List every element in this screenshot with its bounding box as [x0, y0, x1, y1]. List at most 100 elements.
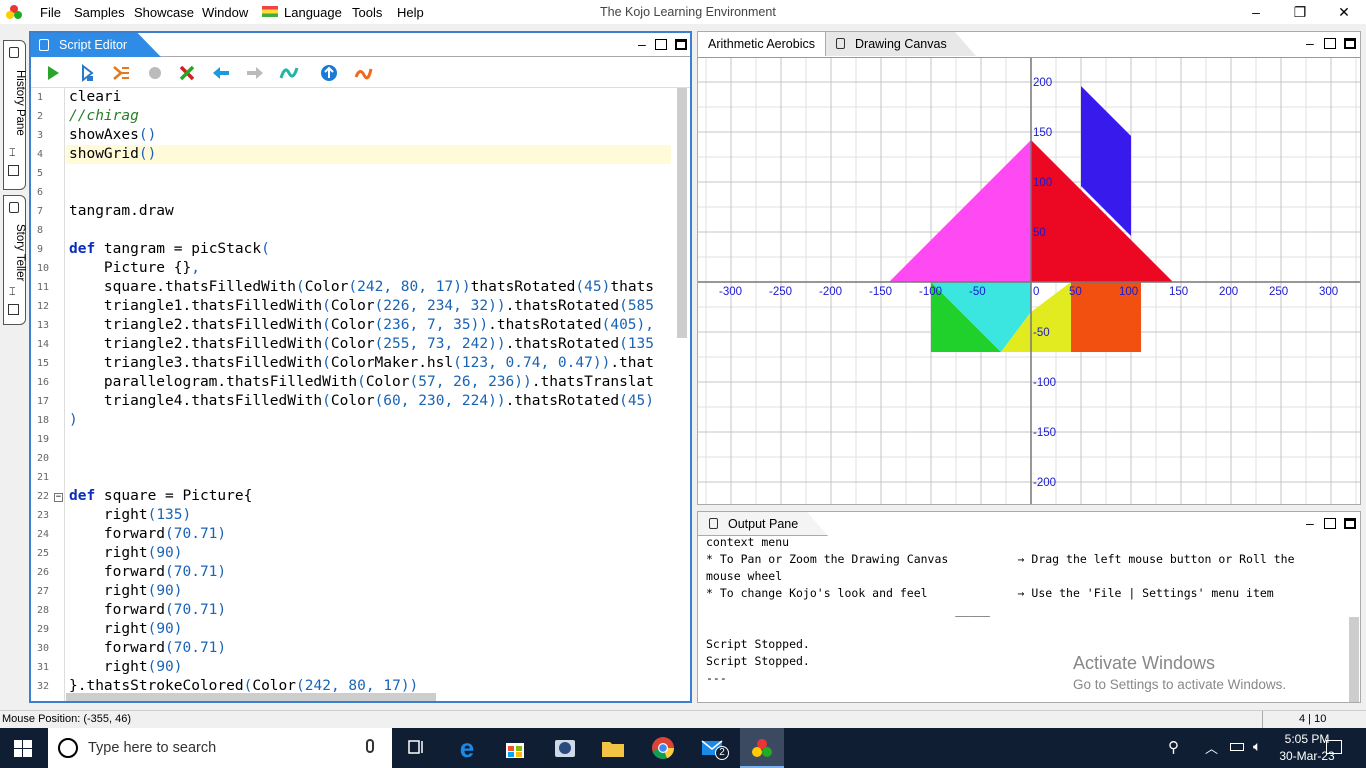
code-editor[interactable]: 1 2 3 4 5 6 7 8 9 10 11 12 13 14 15 16 17 18 19 20 21 22 23 24 2… — [31, 88, 690, 701]
restore-icon[interactable] — [8, 165, 19, 176]
redo-icon[interactable] — [245, 63, 265, 83]
run-worksheet-icon[interactable] — [77, 63, 97, 83]
script-editor-panel: Script Editor – 1 2 3 4 5 6 7 8 9 10 11 12 13 14 15 16 1… — [29, 31, 692, 703]
canvas-drawing[interactable]: -300 -250 -200 -150 -100 -50 0 50 100 150 200 250 30… — [698, 58, 1360, 504]
menu-help[interactable]: Help — [397, 5, 424, 20]
code-line: triangle2.thatsFilledWith(Color(236, 7, … — [69, 317, 655, 333]
tab-drawing-canvas[interactable]: Drawing Canvas — [826, 32, 976, 56]
menu-window[interactable]: Window — [202, 5, 248, 20]
editor-tab-label: Script Editor — [59, 38, 128, 52]
vertical-scrollbar[interactable] — [677, 88, 687, 338]
output-scrollbar[interactable] — [1349, 617, 1359, 702]
line-number: 26 — [37, 567, 50, 578]
menu-language[interactable]: Language — [284, 5, 342, 20]
line-number: 23 — [37, 510, 50, 521]
output-line: Script Stopped. — [706, 654, 810, 668]
windows-start-icon[interactable] — [14, 740, 32, 757]
code-line: forward(70.71) — [69, 640, 227, 656]
y-tick-label: -150 — [1033, 427, 1056, 439]
menu-showcase[interactable]: Showcase — [134, 5, 194, 20]
line-number-gutter: 1 2 3 4 5 6 7 8 9 10 11 12 13 14 15 16 17 18 19 20 21 22 23 24 2… — [31, 88, 65, 701]
line-number: 24 — [37, 529, 50, 540]
status-divider — [1262, 711, 1263, 729]
line-number: 30 — [37, 643, 50, 654]
activate-windows-title: Activate Windows — [1073, 653, 1216, 673]
activate-windows-subtitle: Go to Settings to activate Windows. — [1073, 677, 1287, 692]
tab-arithmetic-aerobics[interactable]: Arithmetic Aerobics — [698, 32, 826, 56]
canvas-panel: Arithmetic Aerobics Drawing Canvas – -30… — [697, 31, 1361, 505]
volume-icon[interactable]: 🔈︎ — [1253, 738, 1261, 755]
kojo-logo-icon — [6, 5, 22, 19]
media-app-icon[interactable] — [552, 736, 578, 760]
panel-float-button[interactable] — [1324, 518, 1336, 529]
mail-badge: 2 — [715, 746, 729, 760]
menu-file[interactable]: File — [40, 5, 61, 20]
x-tick-label: -250 — [769, 286, 792, 298]
drawing-canvas[interactable]: -300 -250 -200 -150 -100 -50 0 50 100 150 200 250 30… — [698, 57, 1360, 504]
menu-tools[interactable]: Tools — [352, 5, 382, 20]
menu-samples[interactable]: Samples — [74, 5, 125, 20]
story-teller-label: Story Teller — [14, 224, 26, 282]
output-tab-label: Output Pane — [728, 517, 799, 531]
story-teller-tab[interactable]: Story Teller ⌶ — [3, 195, 26, 325]
line-number: 2 — [37, 111, 44, 122]
fold-toggle-icon[interactable]: − — [54, 493, 63, 502]
taskbar-search-box[interactable]: Type here to search — [48, 728, 392, 768]
minimize-button[interactable]: – — [1236, 2, 1276, 22]
edge-browser-icon[interactable]: e — [454, 735, 480, 761]
microphone-icon[interactable] — [366, 739, 374, 753]
line-number: 18 — [37, 415, 50, 426]
kojo-taskbar-button[interactable] — [740, 728, 784, 768]
panel-maximize-button[interactable] — [675, 39, 687, 50]
horizontal-scrollbar[interactable] — [66, 693, 436, 701]
trace-icon[interactable] — [111, 63, 131, 83]
chrome-icon[interactable] — [650, 736, 676, 760]
stop-icon[interactable] — [145, 63, 165, 83]
history-pane-tab[interactable]: History Pane ⌶ — [3, 40, 26, 190]
pin-icon[interactable]: ⌶ — [9, 147, 16, 160]
code-line: ) — [69, 412, 78, 428]
panel-float-button[interactable] — [1324, 38, 1336, 49]
kojo-app-icon — [752, 739, 772, 757]
panel-maximize-button[interactable] — [1344, 518, 1356, 529]
output-text: context menu * To Pan or Zoom the Drawing… — [706, 536, 1346, 687]
x-tick-label: 200 — [1219, 286, 1238, 298]
tab-output-pane[interactable]: Output Pane — [698, 512, 828, 536]
scala-icon[interactable] — [353, 63, 373, 83]
panel-minimize-button[interactable]: – — [638, 36, 646, 52]
tab-script-editor[interactable]: Script Editor — [31, 33, 161, 57]
panel-float-button[interactable] — [655, 39, 667, 50]
format-icon[interactable] — [279, 63, 299, 83]
panel-minimize-button[interactable]: – — [1306, 515, 1314, 531]
code-line: right(135) — [69, 507, 192, 523]
run-icon[interactable] — [43, 63, 63, 83]
search-icon — [58, 738, 78, 758]
code-line: right(90) — [69, 659, 183, 675]
output-pane: Output Pane – context menu * To Pan or Zo… — [697, 511, 1361, 703]
side-panel-strip: History Pane ⌶ Story Teller ⌶ — [0, 33, 28, 703]
code-line: showGrid() — [66, 145, 671, 164]
panel-maximize-button[interactable] — [1344, 38, 1356, 49]
close-button[interactable]: ✕ — [1324, 2, 1364, 22]
restore-icon[interactable] — [8, 304, 19, 315]
task-view-icon[interactable] — [404, 736, 430, 760]
battery-icon[interactable] — [1230, 743, 1244, 751]
undo-icon[interactable] — [211, 63, 231, 83]
upload-icon[interactable] — [319, 63, 339, 83]
line-number: 29 — [37, 624, 50, 635]
clear-icon[interactable] — [177, 63, 197, 83]
language-flag-icon — [262, 6, 278, 17]
line-number: 10 — [37, 263, 50, 274]
file-explorer-icon[interactable] — [600, 736, 626, 760]
chevron-up-icon[interactable]: ︿ — [1205, 738, 1218, 757]
notification-icon[interactable] — [1326, 740, 1342, 754]
code-line: def tangram = picStack( — [69, 241, 270, 257]
x-tick-label: 150 — [1169, 286, 1188, 298]
pin-icon[interactable]: ⌶ — [9, 286, 16, 299]
store-icon[interactable] — [502, 736, 528, 760]
clock-time[interactable]: 5:05 PM — [1282, 732, 1332, 746]
maximize-button[interactable]: ❐ — [1280, 2, 1320, 22]
people-icon[interactable]: ⚲ — [1168, 738, 1179, 756]
line-number: 14 — [37, 339, 50, 350]
panel-minimize-button[interactable]: – — [1306, 35, 1314, 51]
